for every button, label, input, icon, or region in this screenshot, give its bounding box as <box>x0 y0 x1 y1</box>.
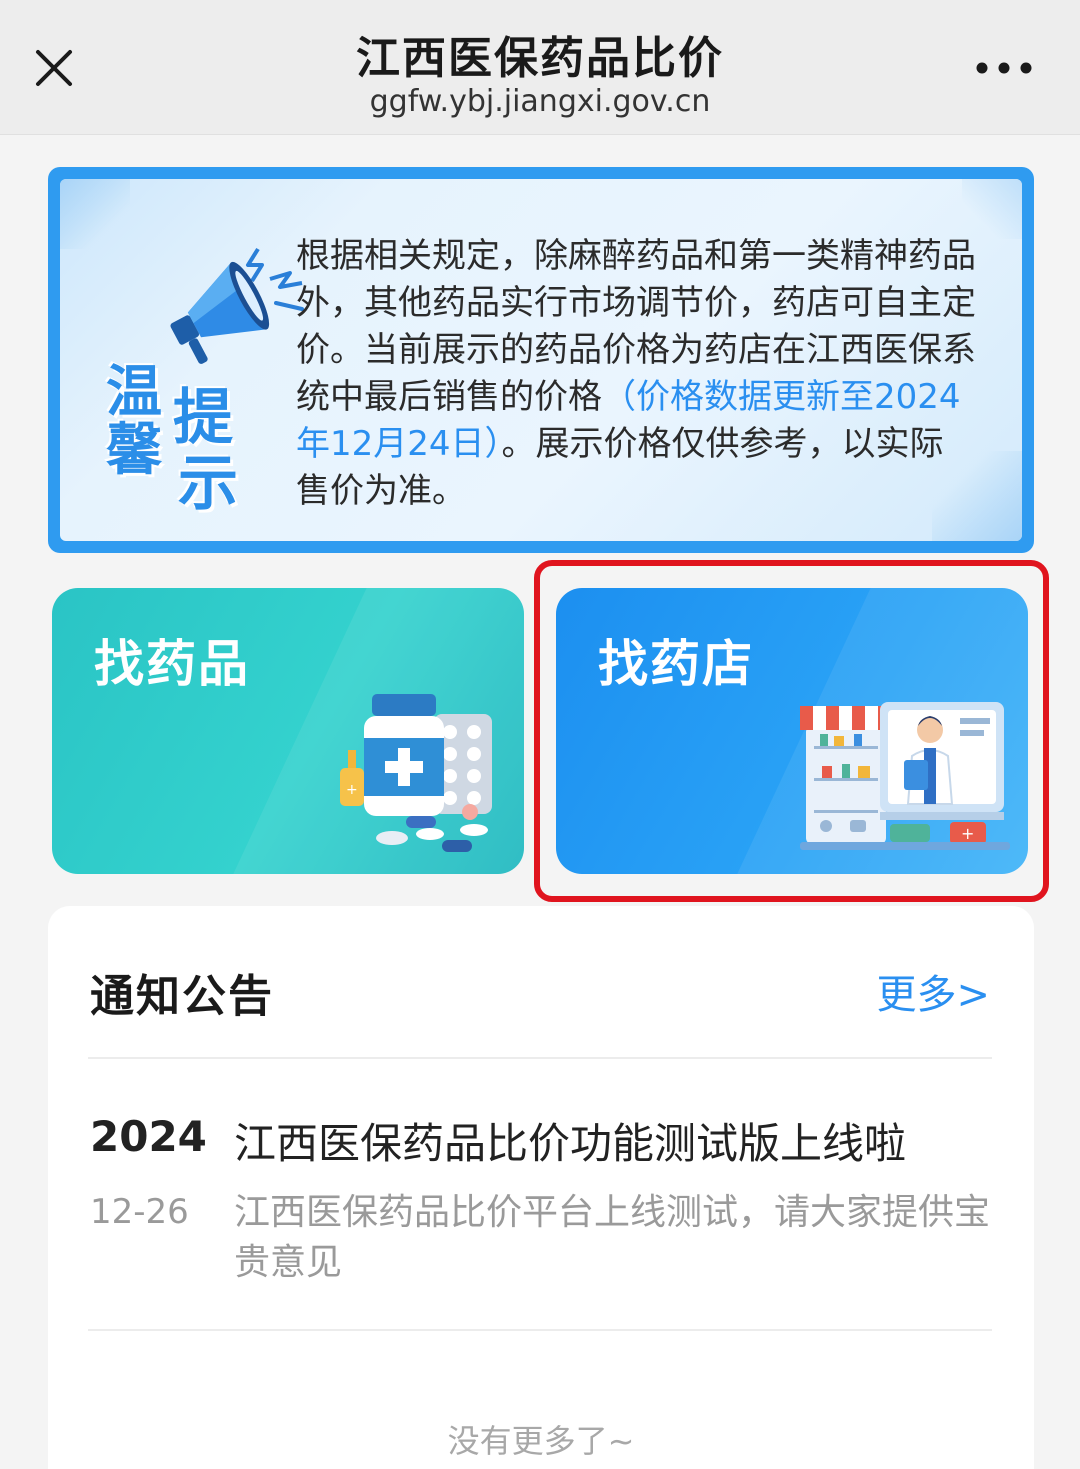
medicine-icon: + <box>322 688 522 868</box>
pharmacy-store-icon: + <box>800 696 1010 856</box>
news-year: 2024 <box>90 1112 207 1161</box>
find-drug-label: 找药品 <box>94 635 250 693</box>
svg-text:+: + <box>346 782 358 798</box>
announcements-panel: 通知公告 更多> 2024 12-26 江西医保药品比价功能测试版上线啦 江西医… <box>48 906 1034 1469</box>
divider <box>88 1329 992 1331</box>
svg-text:+: + <box>961 824 974 843</box>
find-store-label: 找药店 <box>598 635 754 693</box>
announcements-title: 通知公告 <box>90 971 274 1022</box>
news-date: 12-26 <box>90 1192 189 1232</box>
find-drug-card[interactable]: 找药品 + <box>52 588 524 874</box>
page-url: ggfw.ybj.jiangxi.gov.cn <box>369 84 711 119</box>
notice-banner: 温 提 馨 示 根据相关规定，除麻醉药品和第一类精神药品外，其他药品实行市场调节… <box>48 167 1034 553</box>
news-title[interactable]: 江西医保药品比价功能测试版上线啦 <box>234 1110 994 1171</box>
notice-text: 根据相关规定，除麻醉药品和第一类精神药品外，其他药品实行市场调节价，药店可自主定… <box>296 233 976 515</box>
page-title: 江西医保药品比价 <box>356 33 724 84</box>
badge-char: 馨 <box>106 418 162 483</box>
more-dots-icon[interactable] <box>968 48 1040 88</box>
badge-char: 示 <box>178 449 238 519</box>
divider <box>88 1057 992 1059</box>
top-navbar: 江西医保药品比价 ggfw.ybj.jiangxi.gov.cn <box>0 0 1080 135</box>
warm-tip-badge: 温 提 馨 示 <box>98 347 288 519</box>
corner-decoration <box>60 179 130 249</box>
find-store-card[interactable]: 找药店 + <box>556 588 1028 874</box>
list-end-text: 没有更多了~ <box>447 1422 635 1460</box>
corner-decoration <box>962 179 1022 239</box>
notice-inner: 温 提 馨 示 根据相关规定，除麻醉药品和第一类精神药品外，其他药品实行市场调节… <box>60 179 1022 541</box>
news-description[interactable]: 江西医保药品比价平台上线测试，请大家提供宝贵意见 <box>234 1188 994 1288</box>
more-link[interactable]: 更多> <box>876 962 990 1020</box>
